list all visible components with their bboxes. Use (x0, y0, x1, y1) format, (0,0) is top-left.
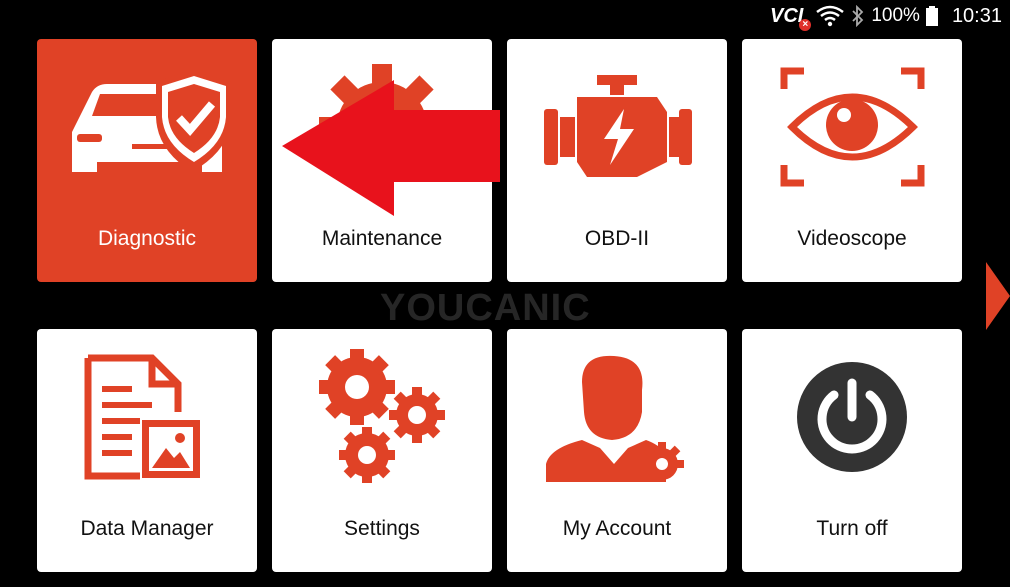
wifi-icon (816, 5, 845, 27)
status-bar: VCI × 100% 10:31 (770, 0, 1010, 32)
tile-label: Data Manager (80, 517, 214, 540)
gears-icon (319, 348, 445, 483)
tile-label: Settings (344, 517, 420, 540)
car-shield-icon (72, 71, 232, 172)
vci-status-icon: VCI × (769, 4, 812, 31)
eye-icon (780, 67, 924, 186)
tile-label: Maintenance (321, 227, 443, 250)
engine-icon (544, 74, 692, 177)
tile-diagnostic[interactable]: Diagnostic (37, 39, 257, 282)
power-icon (797, 361, 907, 472)
battery-icon (925, 6, 938, 26)
clock: 10:31 (951, 4, 1002, 27)
tile-label: Videoscope (797, 227, 907, 250)
tile-label: Turn off (816, 517, 888, 540)
user-gear-icon (546, 355, 684, 482)
watermark: YOUCANIC (380, 287, 591, 329)
bluetooth-icon (852, 5, 864, 27)
tile-data-manager[interactable]: Data Manager (37, 329, 257, 572)
battery-percent: 100% (871, 5, 920, 26)
document-image-icon (84, 354, 200, 479)
tile-settings[interactable]: Settings (272, 329, 492, 572)
tile-turn-off[interactable]: Turn off (742, 329, 962, 572)
vci-label: VCI (769, 4, 804, 27)
annotation-arrow-icon (282, 80, 500, 216)
tile-my-account[interactable]: My Account (507, 329, 727, 572)
tile-label: My Account (562, 517, 672, 540)
tile-label: OBD-II (584, 227, 650, 250)
tile-obd-ii[interactable]: OBD-II (507, 39, 727, 282)
tile-videoscope[interactable]: Videoscope (742, 39, 962, 282)
tile-label: Diagnostic (97, 227, 197, 250)
next-page-arrow-icon[interactable] (986, 262, 1010, 330)
